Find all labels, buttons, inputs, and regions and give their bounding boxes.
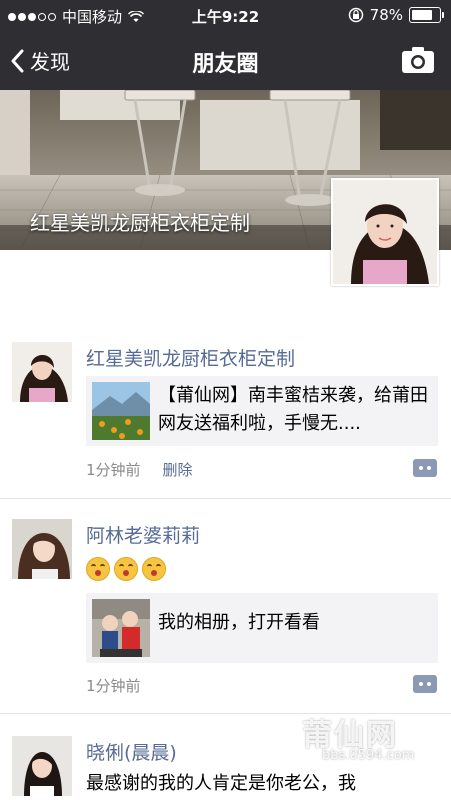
post-time: 1分钟前: [86, 461, 141, 479]
back-label: 发现: [30, 50, 70, 74]
watermark-url: bbs.0594.com: [322, 748, 415, 763]
back-button[interactable]: 发现: [10, 46, 70, 75]
emoji-icon: [86, 557, 110, 581]
status-right: 78%: [348, 6, 444, 24]
post-author[interactable]: 红星美凯龙厨柜衣柜定制: [86, 344, 295, 371]
post-author[interactable]: 晓俐(晨晨): [86, 738, 177, 765]
battery-percent: 78%: [369, 6, 403, 24]
avatar-photo: [12, 736, 72, 796]
post-meta: 1分钟前 删除: [86, 459, 193, 480]
camera-icon[interactable]: [401, 46, 435, 74]
avatar[interactable]: [12, 342, 72, 402]
post-author[interactable]: 阿林老婆莉莉: [86, 521, 200, 548]
moment-post: 阿林老婆莉莉 我的相册，打开看看 1分钟前: [0, 499, 451, 714]
link-thumbnail: [92, 382, 150, 440]
post-time: 1分钟前: [86, 677, 141, 695]
link-thumbnail: [92, 599, 150, 657]
moment-post: 红星美凯龙厨柜衣柜定制 【莆仙网】南丰蜜桔来袭，给莆田网友送福利啦，手慢无...…: [0, 330, 451, 499]
avatar-photo: [12, 342, 72, 402]
shared-link-card[interactable]: 【莆仙网】南丰蜜桔来袭，给莆田网友送福利啦，手慢无....: [86, 376, 438, 446]
avatar[interactable]: [12, 736, 72, 796]
avatar[interactable]: [12, 519, 72, 579]
cover-caption: 红星美凯龙厨柜衣柜定制: [30, 211, 250, 235]
status-bar: 中国移动 上午9:22 78%: [0, 0, 451, 32]
profile-avatar[interactable]: [331, 178, 439, 286]
shared-link-card[interactable]: 我的相册，打开看看: [86, 593, 438, 663]
avatar-photo: [333, 180, 437, 284]
chevron-left-icon: [11, 49, 24, 72]
rotation-lock-icon: [348, 7, 363, 23]
comment-button[interactable]: [413, 675, 437, 693]
delete-link[interactable]: 删除: [163, 461, 193, 479]
emoji-icon: [114, 557, 138, 581]
emoji-row: [86, 557, 166, 581]
link-title: 【莆仙网】南丰蜜桔来袭，给莆田网友送福利啦，手慢无....: [158, 385, 428, 434]
battery-icon: [409, 7, 444, 23]
avatar-photo: [12, 519, 72, 579]
navigation-bar: 发现 朋友圈: [0, 32, 451, 90]
post-text: 最感谢的我的人肯定是你老公，我: [86, 773, 356, 794]
link-title: 我的相册，打开看看: [158, 612, 320, 633]
emoji-icon: [142, 557, 166, 581]
comment-button[interactable]: [413, 459, 437, 477]
post-meta: 1分钟前: [86, 675, 141, 696]
